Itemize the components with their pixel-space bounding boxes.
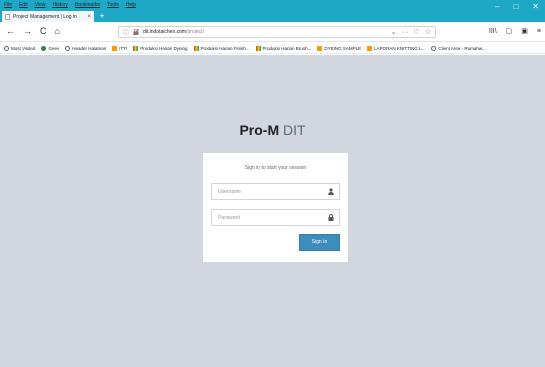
url-path: /project/ [186,29,204,35]
menu-view[interactable]: View [35,2,46,8]
username-field[interactable]: Username [211,183,340,200]
new-tab-button[interactable]: + [97,11,107,22]
sign-in-button[interactable]: Sign In [299,234,340,251]
tab-title: Project Management | Log in [13,13,77,20]
menu-file[interactable]: File [4,2,12,8]
bookmark-item[interactable]: ITTI [112,45,127,51]
extension-icon[interactable]: ▣ [521,26,528,37]
home-icon[interactable]: ⌂ [55,25,60,37]
tab-bar: Project Management | Log in × + [0,11,545,22]
toolbar-right: III\ ▢ ▣ ≡ [489,26,541,37]
lock-icon [133,29,139,35]
username-placeholder: Username [218,189,242,195]
tab-close-icon[interactable]: × [87,14,91,20]
minimize-button[interactable]: – [495,3,499,11]
menu-edit[interactable]: Edit [19,2,28,8]
bookmark-item[interactable]: Most Visited [4,45,35,51]
url-domain: dit.indotaichen.com [143,29,187,35]
page-actions-icon[interactable]: ··· [401,27,408,38]
page-icon [5,13,10,20]
brand-light: DIT [279,122,306,138]
bookmark-item[interactable]: Produksi Harian Brush... [255,45,311,51]
app-logo: Pro-M DIT [0,122,545,138]
menu-bookmarks[interactable]: Bookmarks [75,2,100,8]
gear-icon [4,45,9,51]
dropdown-icon[interactable]: ⌄ [391,27,397,38]
bookmark-item[interactable]: Header Halaman [65,45,106,51]
colorful-icon [255,45,261,51]
pocket-icon[interactable]: ♡ [413,27,419,38]
nav-buttons: ← → C ⌂ [6,25,60,37]
orange-icon [367,45,373,51]
bookmark-item[interactable]: Produksi Harian Dyeing [133,45,188,51]
orange-icon [317,45,323,51]
window-controls: – □ ✕ [495,3,539,11]
back-icon[interactable]: ← [6,25,15,37]
bookmark-item[interactable]: Client Area - Rumahw... [431,45,486,51]
url-text: dit.indotaichen.com/project/ [143,29,204,35]
menu-history[interactable]: History [52,2,68,8]
password-field[interactable]: Password [211,209,340,226]
login-message: Sign in to start your session [244,165,307,171]
tab-project-management[interactable]: Project Management | Log in × [2,11,94,22]
login-box: Sign in to start your session Username P… [203,153,348,262]
colorful-icon [193,45,199,51]
menu-help[interactable]: Help [126,2,136,8]
info-icon[interactable]: ⓘ [123,28,129,37]
bookmarks-toolbar: Most Visited Geev Header Halaman ITTI Pr… [0,43,545,54]
maximize-button[interactable]: □ [513,3,518,11]
bookmark-item[interactable]: LAPORAN KNITTING L... [367,45,425,51]
brand-bold: Pro-M [239,122,280,138]
colorful-icon [133,45,139,51]
orange-icon [112,45,118,51]
url-bar[interactable]: ⓘ dit.indotaichen.com/project/ ⌄ ··· ♡ ☆ [118,26,436,38]
globe-icon [41,45,47,51]
bookmark-star-icon[interactable]: ☆ [425,27,431,38]
menu-tools[interactable]: Tools [107,2,119,8]
browser-window: File Edit View History Bookmarks Tools H… [0,0,545,367]
bookmark-item[interactable]: Produksi Harian Finish... [193,45,250,51]
sidebar-icon[interactable]: ▢ [506,26,513,37]
title-bar: File Edit View History Bookmarks Tools H… [0,0,545,22]
library-icon[interactable]: III\ [489,26,497,37]
hamburger-menu-icon[interactable]: ≡ [537,26,541,37]
forward-icon[interactable]: → [23,25,32,37]
reload-icon[interactable]: C [40,25,47,37]
menu-bar: File Edit View History Bookmarks Tools H… [4,2,136,8]
close-window-button[interactable]: ✕ [532,3,539,11]
password-placeholder: Password [218,215,240,221]
user-icon [328,188,334,195]
bookmark-item[interactable]: Geev [41,45,59,51]
navigation-toolbar: ← → C ⌂ ⓘ dit.indotaichen.com/project/ ⌄… [0,22,545,42]
lock-icon [328,214,334,221]
url-actions: ⌄ ··· ♡ ☆ [391,27,431,38]
globe-icon [65,45,71,51]
globe-icon [431,45,437,51]
bookmark-item[interactable]: DYEING SAMPLE [317,45,361,51]
